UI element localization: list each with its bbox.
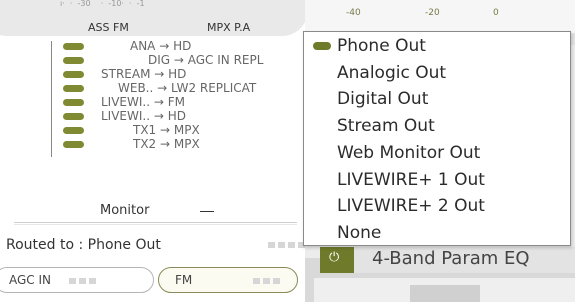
meter-label-mpx-pa: MPX P.A	[207, 21, 251, 34]
monitor-divider	[14, 222, 297, 223]
top-meter-scale: ı· · -30 · -10· · -1	[60, 0, 145, 8]
menu-item-livewire-2-out[interactable]: LIVEWIRE+ 2 Out	[337, 196, 485, 216]
menu-item-phone-out[interactable]: Phone Out	[337, 36, 426, 56]
menu-item-none[interactable]: None	[337, 223, 381, 243]
route-toggle[interactable]	[63, 71, 84, 78]
monitor-collapse-dash[interactable]	[200, 211, 214, 212]
meter-tick: 0	[493, 8, 499, 18]
eq-band-block	[410, 285, 480, 302]
route-toggle[interactable]	[63, 99, 84, 106]
monitor-output-dropdown[interactable]: Phone Out Analogic Out Digital Out Strea…	[303, 31, 571, 246]
monitor-level-indicator	[268, 242, 305, 248]
meter-tick: -20	[425, 8, 440, 18]
monitor-title: Monitor	[100, 203, 150, 218]
route-tree-line	[51, 41, 52, 157]
route-label: LIVEWI.. → HD	[101, 109, 186, 123]
meter-label-ass-fm: ASS FM	[88, 21, 129, 34]
route-label: TX1 → MPX	[133, 123, 200, 137]
route-label: WEB.. → LW2 REPLICAT	[118, 81, 257, 95]
menu-item-web-monitor-out[interactable]: Web Monitor Out	[337, 143, 480, 163]
route-label: STREAM → HD	[101, 67, 187, 81]
selected-indicator	[313, 42, 331, 50]
route-toggle[interactable]	[63, 127, 84, 134]
route-label: LIVEWI.. → FM	[101, 95, 185, 109]
eq-title: 4-Band Param EQ	[372, 248, 530, 269]
power-icon[interactable]: ⏻	[329, 250, 339, 265]
fm-label: FM	[175, 273, 193, 287]
monitor-routed-to[interactable]: Routed to : Phone Out	[6, 237, 161, 253]
menu-item-livewire-1-out[interactable]: LIVEWIRE+ 1 Out	[337, 170, 485, 190]
route-toggle[interactable]	[63, 43, 84, 50]
meter-tick: -40	[346, 8, 361, 18]
agc-in-level-indicator	[69, 278, 96, 284]
meter-scale-bar: -40 -20 0	[305, 0, 575, 33]
route-toggle[interactable]	[63, 113, 84, 120]
menu-item-digital-out[interactable]: Digital Out	[337, 89, 428, 109]
route-toggle[interactable]	[63, 85, 84, 92]
route-toggle[interactable]	[63, 57, 84, 64]
menu-item-analogic-out[interactable]: Analogic Out	[337, 63, 446, 83]
route-label: ANA → HD	[130, 39, 192, 53]
top-meter-bubble	[0, 0, 308, 36]
route-label: DIG → AGC IN REPL	[148, 53, 264, 67]
route-label: TX2 → MPX	[133, 137, 200, 151]
fm-button[interactable]: FM	[158, 267, 298, 293]
agc-in-button[interactable]: AGC IN	[0, 267, 154, 293]
monitor-divider-shadow	[14, 224, 297, 225]
agc-in-label: AGC IN	[9, 273, 52, 287]
route-toggle[interactable]	[63, 141, 84, 148]
fm-level-indicator	[253, 278, 280, 284]
menu-item-stream-out[interactable]: Stream Out	[337, 116, 435, 136]
